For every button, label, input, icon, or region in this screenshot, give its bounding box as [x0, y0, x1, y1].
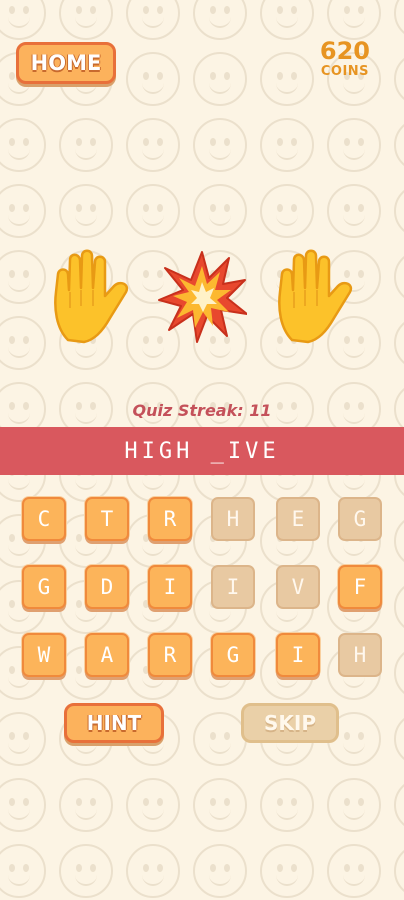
- background-face-icon: [394, 514, 404, 568]
- raised-hand-icon: [278, 249, 353, 344]
- background-face-icon: [59, 0, 113, 40]
- background-face-icon: [327, 778, 381, 832]
- letter-tile[interactable]: A: [85, 633, 129, 677]
- quiz-streak: Quiz Streak: 11: [132, 401, 272, 420]
- skip-button[interactable]: SKIP: [241, 703, 339, 743]
- letter-tile: E: [276, 497, 320, 541]
- background-face-icon: [193, 184, 247, 238]
- letter-tile: H: [338, 633, 382, 677]
- background-face-icon: [327, 0, 381, 40]
- background-face-icon: [0, 778, 46, 832]
- background-face-icon: [193, 0, 247, 40]
- background-face-icon: [59, 844, 113, 898]
- letter-tile: G: [338, 497, 382, 541]
- coins-label: COINS: [320, 64, 370, 79]
- letter-tile: V: [276, 565, 320, 609]
- hint-button[interactable]: HINT: [64, 703, 164, 743]
- background-face-icon: [0, 0, 46, 40]
- letter-tile[interactable]: G: [22, 565, 66, 609]
- background-face-icon: [260, 844, 314, 898]
- background-face-icon: [260, 118, 314, 172]
- letter-tile[interactable]: W: [22, 633, 66, 677]
- background-face-icon: [193, 712, 247, 766]
- collision-icon: [158, 251, 247, 343]
- letter-tile[interactable]: D: [85, 565, 129, 609]
- coins-value: 620: [319, 37, 370, 65]
- letter-tile[interactable]: C: [22, 497, 66, 541]
- letter-tile[interactable]: R: [148, 497, 192, 541]
- background-face-icon: [394, 0, 404, 40]
- background-face-icon: [193, 844, 247, 898]
- background-face-icon: [126, 184, 180, 238]
- background-face-icon: [59, 778, 113, 832]
- background-face-icon: [394, 778, 404, 832]
- background-face-icon: [327, 118, 381, 172]
- background-face-icon: [193, 118, 247, 172]
- background-face-icon: [193, 778, 247, 832]
- letter-tile[interactable]: I: [276, 633, 320, 677]
- background-face-icon: [394, 844, 404, 898]
- background-face-icon: [394, 52, 404, 106]
- background-face-icon: [394, 580, 404, 634]
- letter-tile: H: [211, 497, 255, 541]
- background-face-icon: [260, 184, 314, 238]
- raised-hand-icon: [54, 249, 129, 344]
- background-face-icon: [260, 0, 314, 40]
- background-face-icon: [0, 184, 46, 238]
- background-face-icon: [59, 118, 113, 172]
- background-face-icon: [59, 184, 113, 238]
- letter-tile[interactable]: F: [338, 565, 382, 609]
- background-face-icon: [394, 184, 404, 238]
- letter-tile[interactable]: T: [85, 497, 129, 541]
- background-face-icon: [327, 844, 381, 898]
- background-face-icon: [327, 184, 381, 238]
- background-face-icon: [0, 844, 46, 898]
- letter-tile: I: [211, 565, 255, 609]
- background-face-icon: [126, 118, 180, 172]
- answer-display: HIGH _IVE: [0, 427, 404, 475]
- background-face-icon: [126, 0, 180, 40]
- home-button[interactable]: HOME: [16, 42, 116, 84]
- letter-tile[interactable]: I: [148, 565, 192, 609]
- emoji-clue: [0, 248, 404, 348]
- background-face-icon: [394, 118, 404, 172]
- background-face-icon: [260, 52, 314, 106]
- background-face-icon: [260, 778, 314, 832]
- background-face-icon: [394, 712, 404, 766]
- letter-tile[interactable]: G: [211, 633, 255, 677]
- background-face-icon: [0, 712, 46, 766]
- answer-text: HIGH _IVE: [124, 438, 280, 464]
- background-face-icon: [126, 844, 180, 898]
- background-face-icon: [394, 646, 404, 700]
- background-face-icon: [126, 778, 180, 832]
- background-face-icon: [126, 52, 180, 106]
- letter-tile[interactable]: R: [148, 633, 192, 677]
- background-face-icon: [193, 52, 247, 106]
- coins-counter: 620 COINS: [320, 38, 370, 80]
- background-face-icon: [0, 118, 46, 172]
